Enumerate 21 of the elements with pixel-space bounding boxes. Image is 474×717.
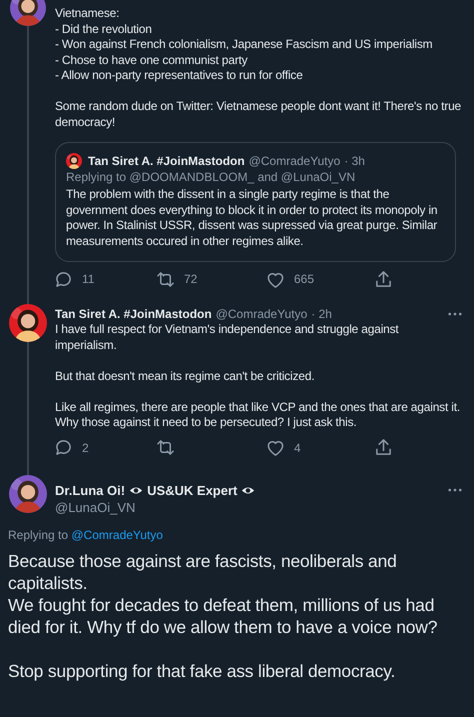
reply-count: 11: [82, 271, 94, 288]
author-name: Tan Siret A. #JoinMastodon: [55, 306, 212, 322]
tweet-time: · 2h: [311, 306, 332, 322]
mention-link[interactable]: @ComradeYutyo: [71, 528, 163, 542]
author-name: Tan Siret A. #JoinMastodon: [88, 153, 245, 169]
quoted-tweet-text: The problem with the dissent in a single party regime is that the government does everything to block it in order to protect its monopoly in power. In Stalinist USSR, dissent was supressed via great purge. Similar measurements occured in other regimes alike.: [66, 187, 438, 249]
reply-context: Replying to @DOOMANDBLOOM_ and @LunaOi_VN: [66, 169, 356, 185]
like-count: 4: [294, 440, 301, 456]
reply-context: Replying to @ComradeYutyo: [7, 526, 164, 544]
tweet-time: · 3h: [344, 153, 365, 169]
author-handle: @ComradeYutyo: [216, 306, 308, 322]
author-handle: @LunaOi_VN: [55, 498, 136, 516]
tweet-text: I have full respect for Vietnam's independence and struggle against imperialism. But that doesn't mean its regime can't be criticized. Like all regimes, there are people that like VCP and the ones that are against it. Why those against it need to be persecuted? I just ask this.: [55, 322, 461, 430]
author-handle: @ComradeYutyo: [248, 153, 340, 169]
author-name: Dr.Luna Oi!: [55, 482, 126, 498]
reply-count: 2: [82, 440, 89, 456]
retweet-count: 72: [184, 271, 198, 288]
tweet-text: Because those against are fascists, neoliberals and capitalists. We fought for decades to defeat them, millions of us had died for it. Why tf do we allow them to have a voice now? Stop supporting for that fake ass liberal democracy.: [7, 550, 438, 682]
like-count: 665: [294, 271, 314, 288]
tweet-text: Vietnamese: - Did the revolution - Won against French colonialism, Japanese Fascism and US imperialism - Chose to have one communist party - Allow non-party representatives to run for office Some random dude on Twitter: Vietnamese people dont want it! There's no true democracy!: [55, 6, 462, 130]
author-name: US&UK Expert: [147, 482, 238, 498]
